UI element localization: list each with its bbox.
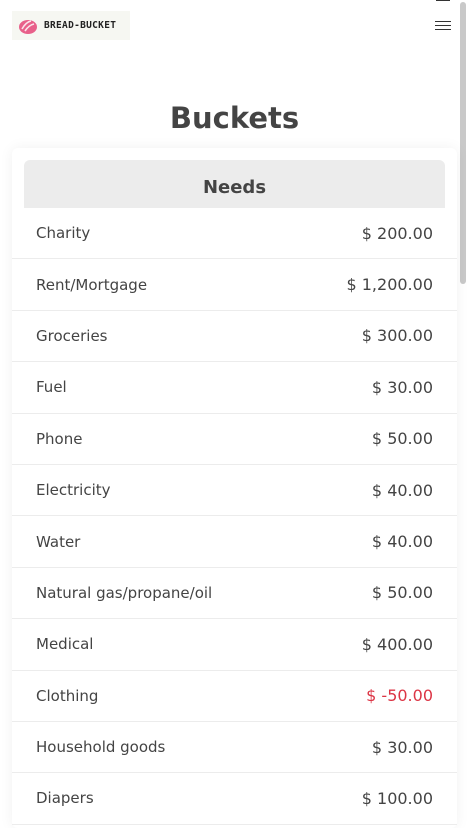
bucket-name: Diapers [36, 789, 94, 808]
top-edge-line [436, 0, 450, 1]
brand-name: BREAD-BUCKET [44, 20, 117, 31]
bucket-name: Phone [36, 429, 83, 448]
bucket-amount: $ -50.00 [366, 686, 433, 706]
bucket-name: Fuel [36, 378, 67, 397]
list-item[interactable]: Fuel $ 30.00 [12, 362, 457, 414]
bucket-card: Needs Charity $ 200.00 Rent/Mortgage $ 1… [12, 148, 457, 828]
bucket-name: Medical [36, 635, 94, 654]
list-item[interactable]: Diapers $ 100.00 [12, 773, 457, 825]
bucket-list: Charity $ 200.00 Rent/Mortgage $ 1,200.0… [12, 208, 457, 825]
bucket-amount: $ 30.00 [371, 737, 433, 757]
list-item[interactable]: Natural gas/propane/oil $ 50.00 [12, 568, 457, 620]
navbar: BREAD-BUCKET [0, 0, 469, 52]
bucket-name: Groceries [36, 326, 108, 345]
scrollbar[interactable] [460, 2, 466, 284]
bread-icon [19, 19, 37, 34]
bucket-amount: $ 400.00 [361, 634, 433, 654]
bucket-amount: $ 40.00 [371, 480, 433, 500]
bucket-name: Natural gas/propane/oil [36, 583, 213, 602]
bucket-name: Clothing [36, 686, 99, 705]
list-item[interactable]: Phone $ 50.00 [12, 414, 457, 465]
list-item[interactable]: Household goods $ 30.00 [12, 722, 457, 774]
bucket-amount: $ 50.00 [371, 583, 433, 603]
bucket-amount: $ 200.00 [361, 223, 433, 243]
list-item[interactable]: Groceries $ 300.00 [12, 311, 457, 363]
page-title: Buckets [169, 101, 300, 135]
bucket-name: Charity [36, 224, 91, 243]
bucket-name: Electricity [36, 481, 111, 500]
hamburger-menu-icon[interactable] [432, 16, 454, 34]
list-item[interactable]: Water $ 40.00 [12, 516, 457, 568]
bucket-amount: $ 100.00 [361, 788, 433, 808]
bucket-amount: $ 40.00 [371, 532, 433, 552]
bucket-name: Household goods [36, 738, 166, 757]
list-item[interactable]: Electricity $ 40.00 [12, 465, 457, 517]
bucket-name: Water [36, 532, 81, 551]
bucket-amount: $ 1,200.00 [346, 275, 433, 295]
list-item[interactable]: Charity $ 200.00 [12, 208, 457, 260]
list-item[interactable]: Rent/Mortgage $ 1,200.00 [12, 259, 457, 311]
bucket-amount: $ 50.00 [371, 429, 433, 449]
bucket-amount: $ 30.00 [371, 377, 433, 397]
list-item[interactable]: Medical $ 400.00 [12, 619, 457, 671]
section-header: Needs [24, 160, 445, 208]
bucket-name: Rent/Mortgage [36, 275, 148, 294]
list-item[interactable]: Clothing $ -50.00 [12, 671, 457, 722]
brand-logo-link[interactable]: BREAD-BUCKET [12, 11, 130, 40]
bucket-amount: $ 300.00 [361, 326, 433, 346]
